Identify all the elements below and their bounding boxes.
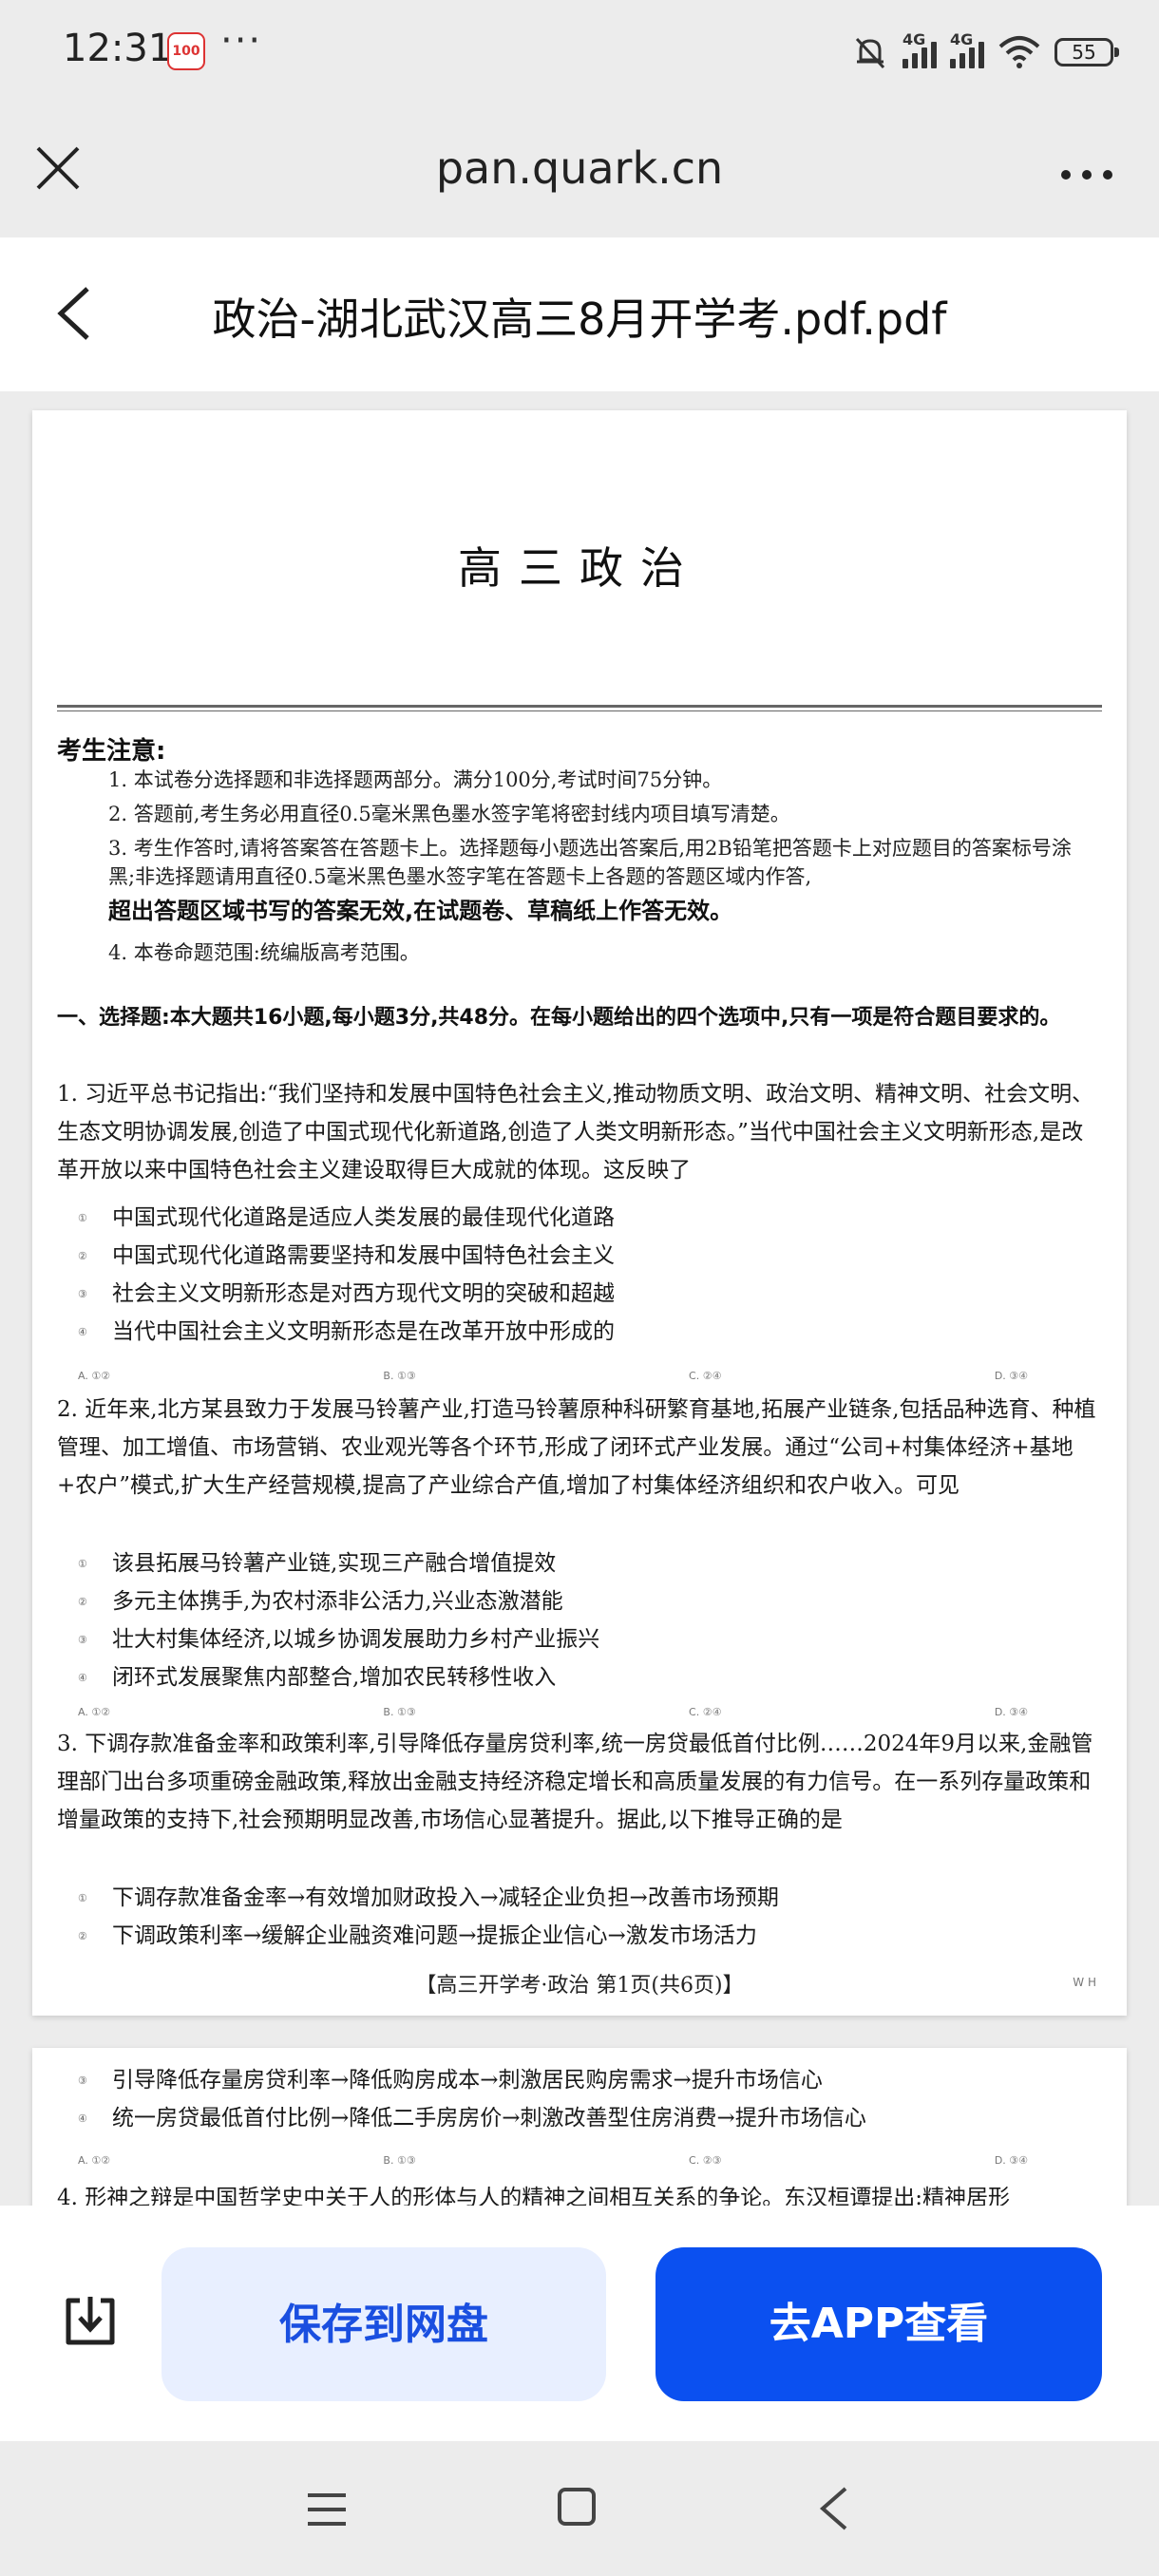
status-bar: 12:31 100 ··· 4G 4G 55 xyxy=(0,0,1159,104)
home-icon[interactable] xyxy=(557,2487,597,2527)
question-4: 4. 形神之辩是中国哲学史中关于人的形体与人的精神之间相互关系的争论。东汉桓谭提… xyxy=(57,2186,1011,2206)
question-3: 3. 下调存款准备金率和政策利率,引导降低存量房贷利率,统一房贷最低首付比例……… xyxy=(57,1732,1093,1832)
notice-item: 1. 本试卷分选择题和非选择题两部分。满分100分,考试时间75分钟。 xyxy=(108,768,723,791)
option: ① 中国式现代化道路是适应人类发展的最佳现代化道路 xyxy=(78,1205,615,1230)
answer-choices: A. ①② B. ①③ C. ②④ D. ③④ xyxy=(78,1370,1028,1382)
signal-icon-2: 4G xyxy=(950,30,984,68)
document-title: 政治-湖北武汉高三8月开学考.pdf.pdf xyxy=(212,294,947,345)
clock: 12:31 xyxy=(63,27,173,70)
notice-bold-text: 超出答题区域书写的答案无效,在试题卷、草稿纸上作答无效。 xyxy=(108,898,733,924)
answer-choices: A. ①② B. ①③ C. ②③ D. ③④ xyxy=(78,2154,1028,2167)
document-title-bar: 政治-湖北武汉高三8月开学考.pdf.pdf xyxy=(0,237,1159,391)
divider xyxy=(57,710,1102,711)
signal-icon-1: 4G xyxy=(902,30,937,68)
question-1: 1. 习近平总书记指出:“我们坚持和发展中国特色社会主义,推动物质文明、政治文明… xyxy=(57,1082,1094,1183)
option: ③ 社会主义文明新形态是对西方现代文明的突破和超越 xyxy=(78,1281,615,1306)
divider xyxy=(57,705,1102,708)
open-in-app-button[interactable]: 去APP查看 xyxy=(656,2247,1102,2401)
bottom-action-bar: 保存到网盘 去APP查看 xyxy=(0,2206,1159,2441)
more-menu-icon[interactable] xyxy=(1058,165,1115,184)
pdf-viewer[interactable]: 高三政治 考生注意: 1. 本试卷分选择题和非选择题两部分。满分100分,考试时… xyxy=(0,391,1159,2206)
recent-apps-icon[interactable] xyxy=(306,2491,348,2529)
section-heading: 一、选择题:本大题共16小题,每小题3分,共48分。在每小题给出的四个选项中,只… xyxy=(57,1006,1061,1030)
mute-bell-icon xyxy=(855,37,885,69)
exam-title: 高三政治 xyxy=(458,542,701,594)
pdf-page-2: ③ 引导降低存量房贷利率→降低购房成本→刺激居民购房需求→提升市场信心 ④ 统一房贷… xyxy=(32,2048,1127,2206)
wifi-icon xyxy=(998,36,1040,68)
option: ② 下调政策利率→缓解企业融资难问题→提振企业信心→激发市场活力 xyxy=(78,1923,757,1948)
nav-back-icon[interactable] xyxy=(815,2485,853,2532)
url-text[interactable]: pan.quark.cn xyxy=(0,142,1159,194)
page-footer: 【高三开学考·政治 第1页(共6页)】 xyxy=(415,1974,744,1998)
app-notification-icon: 100 xyxy=(167,32,205,70)
pdf-page-1: 高三政治 考生注意: 1. 本试卷分选择题和非选择题两部分。满分100分,考试时… xyxy=(32,410,1127,2016)
option: ③ 引导降低存量房贷利率→降低购房成本→刺激居民购房需求→提升市场信心 xyxy=(78,2068,823,2093)
system-nav-bar xyxy=(0,2441,1159,2576)
download-icon[interactable] xyxy=(61,2291,120,2350)
answer-choices: A. ①② B. ①③ C. ②④ D. ③④ xyxy=(78,1706,1028,1718)
option: ① 该县拓展马铃薯产业链,实现三产融合增值提效 xyxy=(78,1551,557,1576)
option: ④ 统一房贷最低首付比例→降低二手房房价→刺激改善型住房消费→提升市场信心 xyxy=(78,2106,866,2131)
notice-item: 2. 答题前,考生务必用直径0.5毫米黑色墨水签字笔将密封线内项目填写清楚。 xyxy=(108,803,790,825)
option: ④ 当代中国社会主义文明新形态是在改革开放中形成的 xyxy=(78,1319,615,1344)
notice-heading: 考生注意: xyxy=(57,737,166,766)
question-2: 2. 近年来,北方某县致力于发展马铃薯产业,打造马铃薯原种科研繁育基地,拓展产业… xyxy=(57,1397,1096,1498)
option: ② 多元主体携手,为农村添非公活力,兴业态激潜能 xyxy=(78,1589,563,1614)
save-to-drive-button[interactable]: 保存到网盘 xyxy=(162,2247,606,2401)
option: ④ 闭环式发展聚焦内部整合,增加农民转移性收入 xyxy=(78,1665,557,1690)
notice-item: 3. 考生作答时,请将答案答在答题卡上。选择题每小题选出答案后,用2B铅笔把答题… xyxy=(108,837,1072,888)
option: ③ 壮大村集体经济,以城乡协调发展助力乡村产业振兴 xyxy=(78,1627,600,1652)
footer-code: W H xyxy=(1073,1976,1096,1989)
option: ① 下调存款准备金率→有效增加财政投入→减轻企业负担→改善市场预期 xyxy=(78,1885,779,1910)
status-icons: 4G 4G 55 xyxy=(851,28,1119,76)
notice-item: 4. 本卷命题范围:统编版高考范围。 xyxy=(108,941,420,964)
battery-icon: 55 xyxy=(1054,38,1119,66)
browser-bar: pan.quark.cn xyxy=(0,104,1159,237)
more-notifications-icon: ··· xyxy=(220,19,263,63)
option: ② 中国式现代化道路需要坚持和发展中国特色社会主义 xyxy=(78,1243,615,1268)
